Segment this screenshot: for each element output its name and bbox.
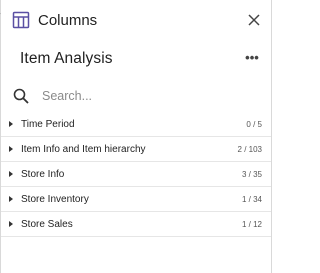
panel-right-border <box>271 0 272 273</box>
column-group-list: Time Period 0 / 5 Item Info and Item hie… <box>1 112 271 237</box>
caret-right-icon[interactable] <box>9 196 13 202</box>
group-label: Item Info and Item hierarchy <box>21 143 146 155</box>
group-count: 0 / 5 <box>246 119 262 129</box>
search-icon <box>13 88 29 104</box>
group-count: 1 / 34 <box>241 194 262 204</box>
group-count: 3 / 35 <box>241 169 262 179</box>
caret-right-icon[interactable] <box>9 221 13 227</box>
group-count: 2 / 103 <box>237 144 262 154</box>
close-icon[interactable] <box>246 12 262 28</box>
group-label: Store Sales <box>21 218 73 230</box>
more-horizontal-icon[interactable]: ••• <box>242 51 262 67</box>
caret-right-icon[interactable] <box>9 146 13 152</box>
group-row-store-sales[interactable]: Store Sales 1 / 12 <box>1 212 271 237</box>
group-row-store-inventory[interactable]: Store Inventory 1 / 34 <box>1 187 271 212</box>
caret-right-icon[interactable] <box>9 171 13 177</box>
group-count: 1 / 12 <box>241 219 262 229</box>
group-label: Store Inventory <box>21 193 89 205</box>
group-row-time-period[interactable]: Time Period 0 / 5 <box>1 112 271 137</box>
group-row-item-info[interactable]: Item Info and Item hierarchy 2 / 103 <box>1 137 271 162</box>
table-columns-icon <box>12 11 30 29</box>
dataset-name: Item Analysis <box>20 50 113 67</box>
panel-header: Columns <box>12 8 262 32</box>
dataset-header: Item Analysis ••• <box>20 47 262 71</box>
search-bar <box>12 84 262 108</box>
group-label: Store Info <box>21 168 65 180</box>
panel-title: Columns <box>38 11 98 29</box>
group-label: Time Period <box>21 118 75 130</box>
caret-right-icon[interactable] <box>9 121 13 127</box>
search-input[interactable] <box>42 89 242 103</box>
group-row-store-info[interactable]: Store Info 3 / 35 <box>1 162 271 187</box>
